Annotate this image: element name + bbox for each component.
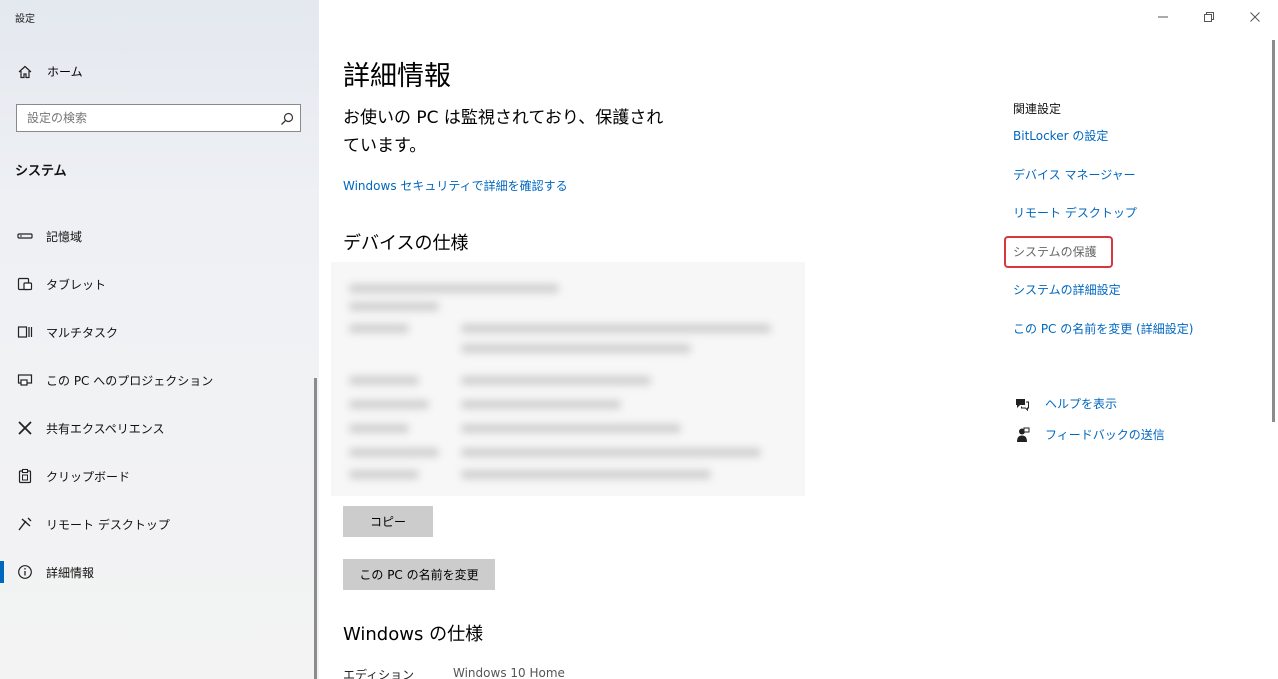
main-scrollbar[interactable]: [1272, 40, 1275, 422]
blurred-text: [349, 470, 419, 479]
rename-pc-button[interactable]: この PC の名前を変更: [343, 559, 495, 590]
sidebar-item-label: 記憶域: [46, 229, 83, 244]
sidebar-item-shared-experiences[interactable]: 共有エクスペリエンス: [0, 404, 319, 452]
device-spec-heading: デバイスの仕様: [343, 233, 469, 254]
feedback-icon: [1013, 426, 1031, 444]
sidebar-item-clipboard[interactable]: クリップボード: [0, 452, 319, 500]
blurred-text: [461, 424, 681, 433]
edition-value: Windows 10 Home: [453, 666, 565, 679]
settings-window: 設定 ホーム システム 記憶域: [0, 0, 1278, 679]
sidebar-nav: 記憶域 タブレット マルチタスク この PC へのプロジェクション 共有エクスペ…: [0, 212, 319, 596]
search-icon[interactable]: [280, 111, 294, 125]
sidebar-item-about[interactable]: 詳細情報: [0, 548, 319, 596]
main-content: 詳細情報 お使いの PC は監視されており、保護され ています。 Windows…: [319, 0, 1278, 679]
get-help-link[interactable]: ヘルプを表示: [1013, 388, 1165, 419]
rename-pc-advanced-link[interactable]: この PC の名前を変更 (詳細設定): [1013, 321, 1263, 360]
remote-desktop-icon: [16, 515, 34, 533]
multitasking-icon: [16, 323, 34, 341]
page-title: 詳細情報: [343, 61, 451, 92]
storage-icon: [16, 227, 34, 245]
clipboard-icon: [16, 467, 34, 485]
sidebar-item-multitasking[interactable]: マルチタスク: [0, 308, 319, 356]
sidebar-item-label: マルチタスク: [46, 325, 119, 340]
device-spec-blurred-panel: [331, 262, 805, 496]
sidebar-item-remote-desktop[interactable]: リモート デスクトップ: [0, 500, 319, 548]
info-icon: [16, 563, 34, 581]
shared-experiences-icon: [16, 419, 34, 437]
home-icon: [17, 64, 33, 80]
bitlocker-settings-link[interactable]: BitLocker の設定: [1013, 128, 1263, 167]
settings-search-input[interactable]: [17, 105, 277, 131]
sidebar: 設定 ホーム システム 記憶域: [0, 0, 319, 679]
app-title: 設定: [15, 14, 35, 25]
protection-status: お使いの PC は監視されており、保護され ています。: [343, 104, 673, 160]
get-help-label: ヘルプを表示: [1045, 397, 1118, 411]
blurred-text: [461, 400, 621, 409]
sidebar-item-storage[interactable]: 記憶域: [0, 212, 319, 260]
sidebar-scrollbar[interactable]: [314, 378, 317, 679]
sidebar-item-projection[interactable]: この PC へのプロジェクション: [0, 356, 319, 404]
protection-status-line-1: お使いの PC は監視されており、保護され: [343, 108, 664, 128]
help-chat-icon: [1013, 395, 1031, 413]
sidebar-item-label: 共有エクスペリエンス: [46, 421, 165, 436]
protection-status-line-2: ています。: [343, 136, 427, 156]
edition-label: エディション: [343, 668, 415, 679]
blurred-text: [461, 344, 691, 353]
sidebar-item-label: クリップボード: [46, 469, 131, 484]
sidebar-item-label: この PC へのプロジェクション: [46, 373, 214, 388]
sidebar-item-label: リモート デスクトップ: [46, 517, 170, 532]
remote-desktop-link[interactable]: リモート デスクトップ: [1013, 205, 1263, 244]
advanced-system-settings-link[interactable]: システムの詳細設定: [1013, 282, 1263, 321]
home-label: ホーム: [47, 65, 83, 79]
projection-icon: [16, 371, 34, 389]
blurred-text: [349, 376, 419, 385]
related-settings-title: 関連設定: [1013, 102, 1062, 116]
send-feedback-label: フィードバックの送信: [1045, 428, 1165, 442]
home-nav-item[interactable]: ホーム: [17, 63, 83, 80]
blurred-text: [461, 324, 771, 333]
device-manager-link[interactable]: デバイス マネージャー: [1013, 167, 1263, 206]
blurred-text: [349, 324, 409, 333]
sidebar-item-label: 詳細情報: [46, 565, 95, 580]
settings-search-box[interactable]: [16, 104, 301, 132]
system-protection-link[interactable]: システムの保護: [1013, 244, 1263, 283]
related-settings: 関連設定 BitLocker の設定 デバイス マネージャー リモート デスクト…: [1013, 100, 1263, 359]
blurred-text: [461, 448, 761, 457]
windows-spec-heading: Windows の仕様: [343, 624, 484, 645]
windows-security-link[interactable]: Windows セキュリティで詳細を確認する: [343, 177, 568, 194]
blurred-text: [349, 284, 559, 293]
help-section: ヘルプを表示 フィードバックの送信: [1013, 388, 1165, 450]
blurred-text: [461, 470, 711, 479]
sidebar-item-label: タブレット: [46, 277, 107, 292]
blurred-text: [461, 376, 651, 385]
section-heading-system: システム: [15, 164, 67, 179]
blurred-text: [349, 448, 439, 457]
blurred-text: [349, 424, 409, 433]
copy-button[interactable]: コピー: [343, 506, 433, 537]
tablet-icon: [16, 275, 34, 293]
send-feedback-link[interactable]: フィードバックの送信: [1013, 419, 1165, 450]
blurred-text: [349, 400, 429, 409]
blurred-text: [349, 302, 439, 311]
sidebar-item-tablet[interactable]: タブレット: [0, 260, 319, 308]
